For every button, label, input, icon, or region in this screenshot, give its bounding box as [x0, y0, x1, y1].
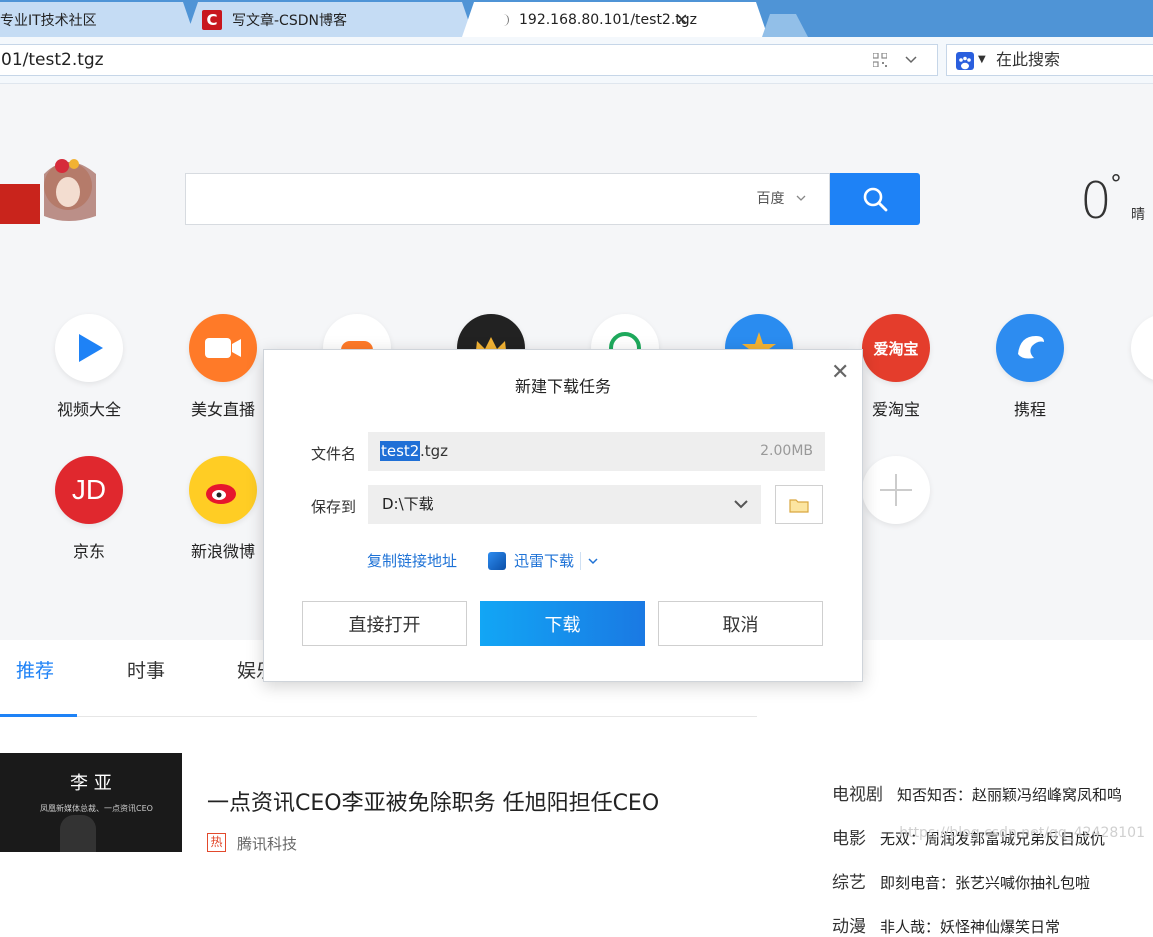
- savepath-select[interactable]: D:\下载: [368, 485, 761, 524]
- savepath-value: D:\下载: [382, 495, 434, 513]
- baidu-paw-icon[interactable]: [956, 52, 974, 70]
- side-list-item[interactable]: 电视剧 知否知否：赵丽颖冯绍峰窝凤和鸣: [832, 780, 1122, 805]
- shortcut-partial[interactable]: 百: [1120, 314, 1153, 420]
- side-list-text: 即刻电音：张艺兴喊你抽礼包啦: [880, 874, 1091, 892]
- url-text: 01/test2.tgz: [1, 50, 104, 70]
- shortcut-label: 视频大全: [56, 400, 121, 419]
- shortcut-video[interactable]: 视频大全: [44, 314, 134, 420]
- csdn-logo-icon: C: [202, 9, 222, 30]
- add-icon: [862, 456, 930, 524]
- tab-title: 写文章-CSDN博客: [232, 12, 347, 29]
- news-headline[interactable]: 一点资讯CEO李亚被免除职务 任旭阳担任CEO: [207, 785, 659, 817]
- engine-dropdown-icon[interactable]: ▼: [978, 45, 986, 75]
- side-list-item[interactable]: 动漫 非人哉：妖怪神仙爆笑日常: [832, 912, 1060, 937]
- filename-input[interactable]: test2 .tgz 2.00MB: [368, 432, 825, 471]
- side-list-item[interactable]: 综艺 即刻电音：张艺兴喊你抽礼包啦: [832, 868, 1090, 893]
- tab-close-icon[interactable]: ✕: [675, 10, 688, 29]
- search-button[interactable]: [830, 173, 920, 225]
- speaker-figure: [60, 815, 96, 852]
- weibo-icon: [189, 456, 257, 524]
- shortcut-label: 新浪微博: [190, 542, 255, 561]
- mascot-banner-image[interactable]: [0, 156, 110, 226]
- filename-selected-text: test2: [380, 441, 421, 461]
- search-engine-label: 百度: [756, 191, 785, 207]
- browse-folder-button[interactable]: [775, 485, 823, 524]
- qr-code-icon[interactable]: [873, 53, 887, 67]
- shortcut-live[interactable]: 美女直播: [178, 314, 268, 420]
- chevron-down-icon[interactable]: [733, 498, 749, 510]
- weather-condition: 晴: [1131, 207, 1145, 223]
- side-list-text: 知否知否：赵丽颖冯绍峰窝凤和鸣: [897, 786, 1123, 804]
- shortcut-ctrip[interactable]: 携程: [985, 314, 1075, 420]
- tab-bar: 专业IT技术社区 C 写文章-CSDN博客 192.168.80.101/tes…: [0, 0, 1153, 37]
- side-list-category: 电视剧: [832, 785, 883, 805]
- shortcut-weibo[interactable]: 新浪微博: [178, 456, 268, 562]
- chevron-down-icon[interactable]: [904, 54, 918, 66]
- news-source: 腾讯科技: [237, 835, 298, 853]
- address-bar-area: 01/test2.tgz ▼ 在此搜索: [0, 37, 1153, 84]
- thunder-icon: [488, 551, 506, 570]
- side-list-category: 动漫: [832, 917, 866, 937]
- tab-it-community[interactable]: 专业IT技术社区: [0, 2, 195, 37]
- side-list-text: 非人哉：妖怪神仙爆笑日常: [880, 918, 1061, 936]
- search-engine-select[interactable]: 百度: [757, 174, 807, 224]
- file-size: 2.00MB: [760, 443, 813, 459]
- chevron-down-icon: [796, 195, 806, 201]
- side-list-category: 电影: [832, 829, 866, 849]
- chevron-down-icon[interactable]: [587, 556, 599, 566]
- copy-link-button[interactable]: 复制链接地址: [367, 550, 457, 571]
- open-directly-button[interactable]: 直接打开: [302, 601, 467, 646]
- shortcut-label: 携程: [1013, 400, 1046, 419]
- loading-spinner-icon: [498, 13, 509, 26]
- main-search-input[interactable]: 百度: [185, 173, 830, 225]
- cancel-button[interactable]: 取消: [658, 601, 823, 646]
- browser-search-input[interactable]: ▼ 在此搜索: [946, 44, 1153, 76]
- shortcut-label: 爱淘宝: [871, 400, 920, 419]
- thunder-label: 迅雷下载: [514, 552, 575, 570]
- close-icon[interactable]: ✕: [831, 362, 849, 384]
- search-placeholder: 在此搜索: [996, 50, 1061, 69]
- weather-degree-symbol: °: [1110, 170, 1122, 198]
- tab-download-file[interactable]: 192.168.80.101/test2.tgz ✕: [462, 2, 768, 37]
- folder-icon: [789, 498, 809, 513]
- news-thumbnail[interactable]: 李 亚 凤凰新媒体总裁、一点资讯CEO: [0, 753, 182, 852]
- download-button[interactable]: 下载: [480, 601, 645, 646]
- watermark: https://blog.csdn.net/qq_42428101: [899, 825, 1145, 841]
- new-tab-button[interactable]: [762, 2, 808, 37]
- tab-csdn-write[interactable]: C 写文章-CSDN博客: [186, 2, 474, 37]
- shortcut-label: 京东: [72, 542, 105, 561]
- shortcut-label: 百: [1120, 396, 1153, 420]
- weather-temperature[interactable]: 0: [1080, 173, 1112, 229]
- news-tab-divider: [0, 716, 757, 717]
- jd-icon: JD: [55, 456, 123, 524]
- tab-title: 专业IT技术社区: [0, 12, 97, 29]
- dolphin-icon: [996, 314, 1064, 382]
- savepath-label: 保存到: [311, 498, 357, 516]
- partial-icon: [1131, 314, 1153, 382]
- thunder-download-button[interactable]: 迅雷下载: [488, 550, 599, 571]
- divider: [580, 551, 582, 570]
- ai-taobao-icon: 爱淘宝: [862, 314, 930, 382]
- new-download-dialog: 新建下载任务 ✕ 文件名 test2 .tgz 2.00MB 保存到 D:\下载…: [263, 349, 863, 682]
- shortcut-add[interactable]: [851, 456, 941, 524]
- thumbnail-subcaption: 凤凰新媒体总裁、一点资讯CEO: [40, 804, 153, 813]
- news-tab-recommend[interactable]: 推荐: [16, 656, 54, 683]
- filename-extension: .tgz: [420, 442, 449, 460]
- hot-badge: 热: [207, 833, 226, 852]
- address-input[interactable]: 01/test2.tgz: [0, 44, 938, 76]
- thumbnail-caption: 李 亚: [70, 773, 112, 794]
- shortcut-aitaobao[interactable]: 爱淘宝 爱淘宝: [851, 314, 941, 420]
- dialog-title: 新建下载任务: [514, 377, 611, 396]
- side-list-category: 综艺: [832, 873, 866, 893]
- news-tab-active-indicator: [0, 714, 77, 717]
- play-icon: [55, 314, 123, 382]
- news-tab-current[interactable]: 时事: [127, 656, 165, 683]
- tab-title: 192.168.80.101/test2.tgz: [519, 11, 698, 28]
- video-camera-icon: [189, 314, 257, 382]
- filename-label: 文件名: [311, 445, 357, 463]
- shortcut-label: 美女直播: [190, 400, 255, 419]
- search-icon: [863, 187, 888, 212]
- shortcut-jd[interactable]: JD 京东: [44, 456, 134, 562]
